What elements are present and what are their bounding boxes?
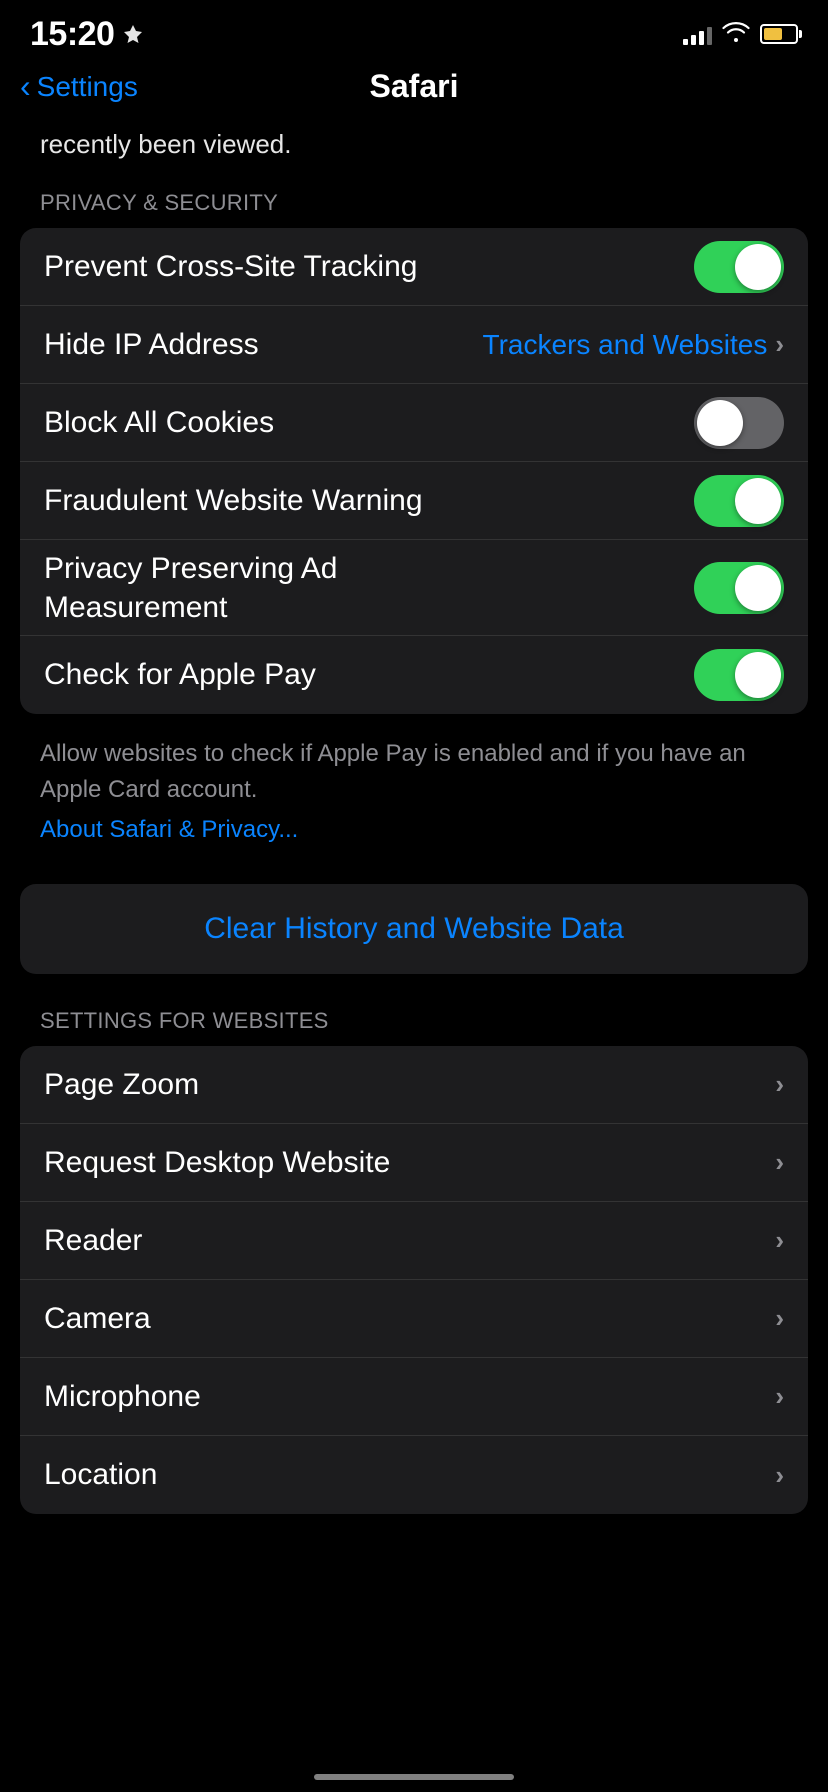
privacy-security-group: Prevent Cross-Site Tracking Hide IP Addr… [20, 228, 808, 714]
toggle-knob [735, 652, 781, 698]
status-time: 15:20 [30, 15, 114, 54]
location-chevron-icon: › [775, 1460, 784, 1491]
location-label: Location [44, 1458, 775, 1492]
website-settings-group: Page Zoom › Request Desktop Website › Re… [20, 1046, 808, 1514]
battery-icon [760, 24, 798, 44]
block-cookies-label: Block All Cookies [44, 406, 694, 440]
block-cookies-toggle[interactable] [694, 397, 784, 449]
wifi-icon [722, 20, 750, 48]
hide-ip-current-value: Trackers and Websites [483, 329, 768, 361]
apple-pay-footer: Allow websites to check if Apple Pay is … [0, 722, 828, 814]
clear-history-label: Clear History and Website Data [204, 912, 624, 946]
microphone-row[interactable]: Microphone › [20, 1358, 808, 1436]
hide-ip-row[interactable]: Hide IP Address Trackers and Websites › [20, 306, 808, 384]
apple-pay-label: Check for Apple Pay [44, 658, 694, 692]
privacy-ad-label: Privacy Preserving AdMeasurement [44, 549, 694, 627]
request-desktop-chevron-icon: › [775, 1147, 784, 1178]
clear-history-group: Clear History and Website Data [20, 884, 808, 974]
camera-row[interactable]: Camera › [20, 1280, 808, 1358]
block-cookies-row[interactable]: Block All Cookies [20, 384, 808, 462]
back-button[interactable]: ‹ Settings [20, 68, 138, 105]
signal-icon [683, 23, 712, 45]
camera-chevron-icon: › [775, 1303, 784, 1334]
camera-label: Camera [44, 1302, 775, 1336]
toggle-knob [697, 400, 743, 446]
fraudulent-warning-toggle[interactable] [694, 475, 784, 527]
page-zoom-chevron-icon: › [775, 1069, 784, 1100]
hide-ip-label: Hide IP Address [44, 328, 483, 362]
microphone-chevron-icon: › [775, 1381, 784, 1412]
content: recently been viewed. PRIVACY & SECURITY… [0, 119, 828, 1562]
prevent-cross-site-row[interactable]: Prevent Cross-Site Tracking [20, 228, 808, 306]
fraudulent-warning-label: Fraudulent Website Warning [44, 484, 694, 518]
hide-ip-value: Trackers and Websites › [483, 329, 784, 361]
safari-privacy-link[interactable]: About Safari & Privacy... [0, 814, 828, 864]
status-icons [683, 20, 798, 48]
privacy-security-header: PRIVACY & SECURITY [0, 180, 828, 228]
request-desktop-label: Request Desktop Website [44, 1146, 775, 1180]
status-bar: 15:20 [0, 0, 828, 60]
toggle-knob [735, 478, 781, 524]
privacy-ad-toggle[interactable] [694, 562, 784, 614]
page-title: Safari [370, 68, 459, 105]
microphone-label: Microphone [44, 1380, 775, 1414]
request-desktop-row[interactable]: Request Desktop Website › [20, 1124, 808, 1202]
toggle-knob [735, 565, 781, 611]
website-settings-header: SETTINGS FOR WEBSITES [0, 998, 828, 1046]
home-indicator [314, 1774, 514, 1780]
privacy-ad-row[interactable]: Privacy Preserving AdMeasurement [20, 540, 808, 636]
apple-pay-row[interactable]: Check for Apple Pay [20, 636, 808, 714]
page-zoom-label: Page Zoom [44, 1068, 775, 1102]
reader-label: Reader [44, 1224, 775, 1258]
nav-header: ‹ Settings Safari [0, 60, 828, 119]
partial-description: recently been viewed. [0, 119, 828, 180]
location-row[interactable]: Location › [20, 1436, 808, 1514]
reader-chevron-icon: › [775, 1225, 784, 1256]
hide-ip-chevron-icon: › [775, 329, 784, 360]
page-zoom-row[interactable]: Page Zoom › [20, 1046, 808, 1124]
back-label: Settings [37, 71, 138, 103]
prevent-cross-site-toggle[interactable] [694, 241, 784, 293]
toggle-knob [735, 244, 781, 290]
fraudulent-warning-row[interactable]: Fraudulent Website Warning [20, 462, 808, 540]
clear-history-button[interactable]: Clear History and Website Data [20, 884, 808, 974]
apple-pay-toggle[interactable] [694, 649, 784, 701]
reader-row[interactable]: Reader › [20, 1202, 808, 1280]
back-chevron-icon: ‹ [20, 68, 31, 105]
prevent-cross-site-label: Prevent Cross-Site Tracking [44, 250, 694, 284]
location-icon [122, 23, 144, 45]
